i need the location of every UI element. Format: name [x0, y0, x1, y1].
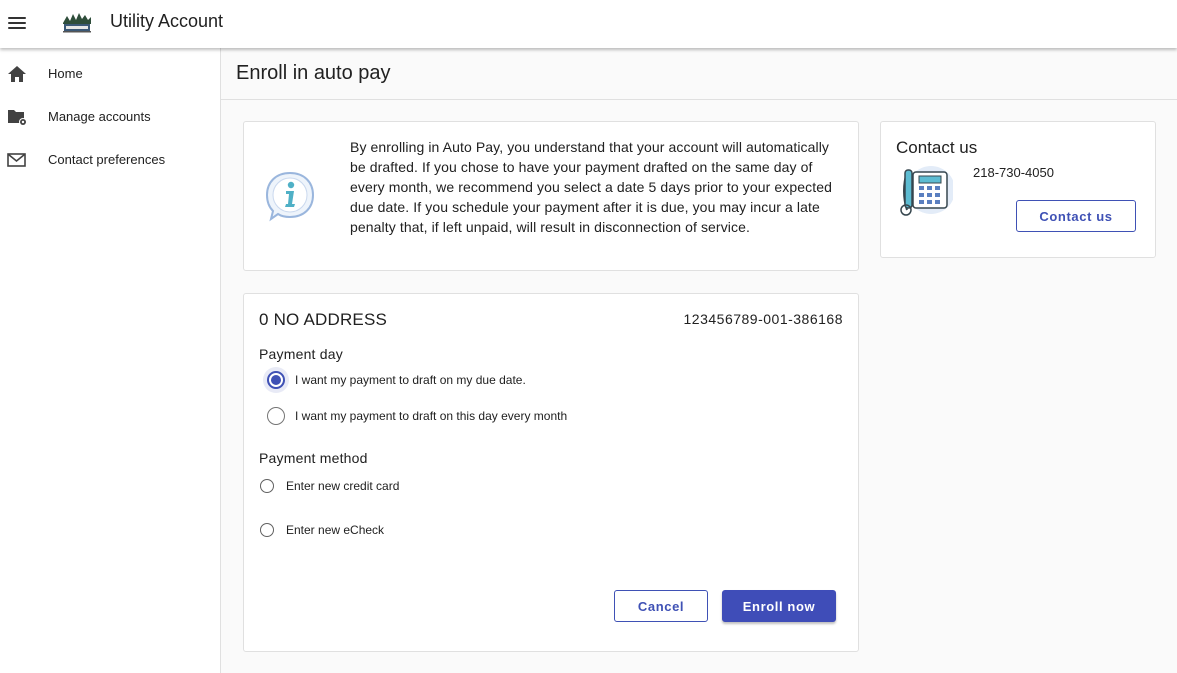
sidebar-item-label: Home: [48, 66, 83, 81]
sidebar-item-manage-accounts[interactable]: Manage accounts: [0, 99, 220, 135]
main-content: Enroll in auto pay By enrolling in Auto …: [221, 48, 1177, 673]
auto-pay-disclaimer: By enrolling in Auto Pay, you understand…: [350, 139, 832, 235]
auto-pay-form-card: 0 NO ADDRESS 123456789-001-386168 Paymen…: [243, 293, 859, 652]
payment-day-label: Payment day: [259, 346, 343, 362]
payment-method-option-credit-card[interactable]: Enter new credit card: [260, 479, 399, 493]
radio-button[interactable]: [260, 479, 274, 493]
payment-method-label: Payment method: [259, 450, 368, 466]
home-icon: [8, 66, 26, 82]
sidebar-item-home[interactable]: Home: [0, 56, 220, 92]
menu-icon[interactable]: [6, 12, 28, 34]
contact-us-button[interactable]: Contact us: [1016, 200, 1136, 232]
sidebar-item-label: Manage accounts: [48, 109, 151, 124]
info-icon: [265, 171, 315, 222]
app-title: Utility Account: [110, 11, 224, 31]
radio-button[interactable]: [260, 523, 274, 537]
contact-us-card: Contact us 218-730-4050 Contact us: [880, 121, 1156, 258]
radio-button[interactable]: [267, 407, 285, 425]
contact-title: Contact us: [896, 138, 978, 157]
radio-button-selected[interactable]: [267, 371, 285, 389]
account-number: 123456789-001-386168: [683, 311, 843, 327]
enroll-now-button[interactable]: Enroll now: [722, 590, 836, 622]
mail-icon: [7, 153, 26, 167]
sidebar-item-label: Contact preferences: [48, 152, 166, 167]
sidebar-nav: Home Manage accounts Contact preferences: [0, 48, 221, 673]
top-app-bar: Utility Account: [0, 0, 1177, 48]
radio-focus-ring: [263, 403, 289, 429]
page-header: Enroll in auto pay: [221, 48, 1177, 100]
folder-settings-icon: [8, 110, 27, 126]
payment-method-option-echeck[interactable]: Enter new eCheck: [260, 523, 384, 537]
sidebar-item-contact-preferences[interactable]: Contact preferences: [0, 142, 220, 178]
cancel-button[interactable]: Cancel: [614, 590, 708, 622]
radio-label: I want my payment to draft on this day e…: [295, 409, 568, 423]
radio-focus-ring: [263, 367, 289, 393]
duluth-logo: [62, 13, 92, 33]
auto-pay-info-card: By enrolling in Auto Pay, you understand…: [243, 121, 859, 271]
telephone-icon: [900, 166, 953, 216]
payment-day-option-every-month[interactable]: I want my payment to draft on this day e…: [263, 403, 567, 429]
radio-label: Enter new eCheck: [286, 523, 385, 537]
payment-day-option-due-date[interactable]: I want my payment to draft on my due dat…: [263, 367, 526, 393]
account-address: 0 NO ADDRESS: [259, 310, 388, 329]
contact-phone-number: 218-730-4050: [973, 165, 1054, 180]
radio-label: I want my payment to draft on my due dat…: [295, 373, 526, 387]
page-title: Enroll in auto pay: [236, 62, 391, 84]
radio-label: Enter new credit card: [286, 479, 400, 493]
